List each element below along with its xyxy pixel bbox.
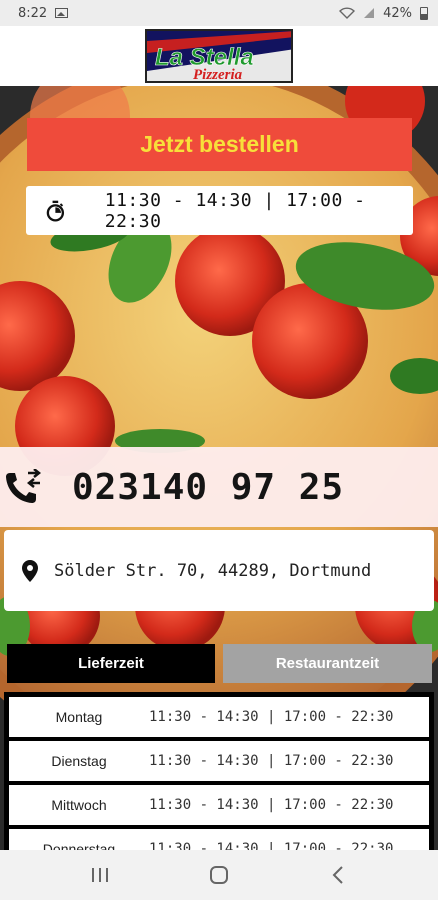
day-hours: 11:30 - 14:30 | 17:00 - 22:30	[149, 753, 394, 769]
svg-text:Pizzeria: Pizzeria	[193, 67, 243, 83]
status-time: 8:22	[18, 5, 48, 21]
wifi-icon	[339, 7, 356, 19]
status-bar: 8:22 42%	[0, 0, 438, 26]
day-label: Dienstag	[51, 753, 107, 769]
table-row: Montag 11:30 - 14:30 | 17:00 - 22:30	[9, 697, 429, 737]
day-label: Mittwoch	[51, 797, 107, 813]
opening-hours-text: 11:30 - 14:30 | 17:00 - 22:30	[104, 189, 366, 232]
home-icon	[209, 866, 228, 884]
table-row: Mittwoch 11:30 - 14:30 | 17:00 - 22:30	[9, 785, 429, 825]
back-button[interactable]	[318, 855, 358, 895]
gallery-notification-icon	[55, 8, 69, 18]
tab-delivery-times[interactable]: Lieferzeit	[7, 644, 215, 683]
logo-artwork: La Stella Pizzeria	[147, 31, 291, 83]
battery-percent: 42%	[383, 5, 412, 21]
battery-icon	[420, 6, 428, 20]
recent-apps-icon	[91, 868, 108, 882]
address-card[interactable]: Sölder Str. 70, 44289, Dortmund	[4, 530, 434, 611]
table-row: Dienstag 11:30 - 14:30 | 17:00 - 22:30	[9, 741, 429, 781]
opening-hours-banner: 11:30 - 14:30 | 17:00 - 22:30	[26, 186, 413, 235]
location-pin-icon	[22, 559, 38, 582]
day-hours: 11:30 - 14:30 | 17:00 - 22:30	[149, 709, 394, 725]
order-now-button[interactable]: Jetzt bestellen	[27, 118, 412, 171]
phone-section[interactable]: 023140 97 25	[0, 447, 438, 527]
la-stella-logo[interactable]: La Stella Pizzeria	[145, 29, 293, 83]
back-icon	[332, 866, 344, 884]
schedule-table: Montag 11:30 - 14:30 | 17:00 - 22:30 Die…	[4, 692, 434, 852]
stopwatch-icon	[46, 200, 65, 222]
recent-apps-button[interactable]	[80, 855, 120, 895]
phone-forward-icon	[6, 469, 42, 503]
system-navigation-bar	[0, 850, 438, 900]
day-hours: 11:30 - 14:30 | 17:00 - 22:30	[149, 797, 394, 813]
address-text: Sölder Str. 70, 44289, Dortmund	[54, 560, 372, 581]
table-row: Donnerstag 11:30 - 14:30 | 17:00 - 22:30	[9, 829, 429, 852]
tab-restaurant-times[interactable]: Restaurantzeit	[223, 644, 432, 683]
header-logo-bar: La Stella Pizzeria	[0, 26, 438, 86]
day-label: Montag	[55, 709, 103, 725]
home-button[interactable]	[199, 855, 239, 895]
signal-icon	[364, 8, 375, 18]
phone-number[interactable]: 023140 97 25	[72, 467, 344, 508]
